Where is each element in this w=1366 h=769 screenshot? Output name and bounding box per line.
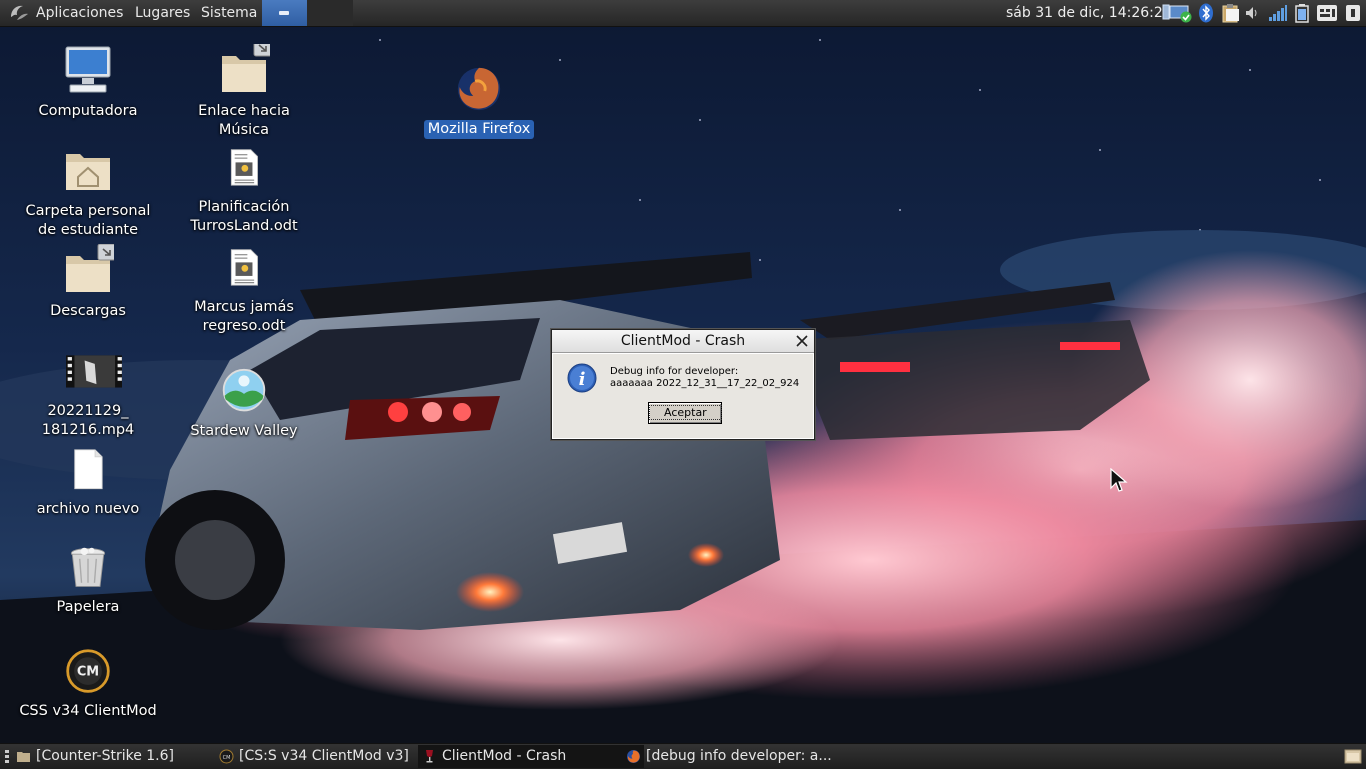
taskbar-item-label: [Counter-Strike 1.6]	[36, 748, 174, 764]
panel-window-button[interactable]	[262, 0, 307, 26]
top-panel: Aplicaciones Lugares Sistema sáb 31 de d…	[0, 0, 1366, 27]
blank-file-icon	[74, 449, 103, 490]
clipboard-icon[interactable]	[1220, 3, 1242, 23]
desktop-icon-label: Descargas	[50, 303, 126, 319]
firefox-icon	[457, 67, 501, 111]
clientmod-small-icon: CM	[219, 749, 234, 764]
desktop-icon-label: Papelera	[56, 599, 120, 615]
desktop-icon-label: archivo nuevo	[36, 501, 140, 517]
computer-icon	[65, 46, 111, 93]
power-icon[interactable]	[1344, 3, 1362, 23]
dialog-message-line1: Debug info for developer:	[610, 366, 739, 377]
trash-icon	[70, 547, 106, 587]
menu-aplicaciones[interactable]: Aplicaciones	[36, 0, 123, 26]
svg-text:CM: CM	[223, 755, 231, 761]
desktop-icon-computadora[interactable]: Computadora	[13, 44, 163, 121]
info-icon: i	[567, 363, 597, 393]
dialog-message-line2: aaaaaaa 2022_12_31__17_22_02_924	[610, 378, 800, 389]
desktop-icon-label: 20221129_ 181216.mp4	[41, 403, 135, 438]
desktop-icon-label: Enlace hacia Música	[198, 103, 290, 138]
folder-link-icon	[66, 243, 117, 292]
desktop-icon-enlace-musica[interactable]: Enlace hacia Música	[169, 39, 319, 140]
show-desktop-icon[interactable]	[1344, 747, 1362, 765]
document-icon	[230, 149, 258, 186]
clientmod-logo-icon: CM	[66, 649, 110, 693]
dialog-title: ClientMod - Crash	[620, 333, 746, 349]
aceptar-button[interactable]: Aceptar	[648, 402, 722, 424]
panel-clock[interactable]: sáb 31 de dic, 14:26:23	[1006, 0, 1172, 26]
desktop-icon-firefox[interactable]: Mozilla Firefox	[404, 64, 554, 139]
aceptar-button-label: Aceptar	[649, 405, 722, 420]
keyboard-icon[interactable]	[1316, 3, 1338, 23]
firefox-small-icon	[627, 750, 640, 763]
stardew-valley-icon	[222, 368, 266, 412]
panel-handle-icon[interactable]	[5, 750, 9, 764]
distro-logo-icon[interactable]	[8, 3, 30, 23]
desktop-icon-label: Computadora	[38, 103, 138, 119]
video-file-icon	[66, 355, 124, 388]
desktop-icon-archivo-nuevo[interactable]: archivo nuevo	[13, 448, 163, 519]
minimize-icon	[279, 11, 289, 15]
network-icon[interactable]	[1162, 3, 1194, 23]
taskbar-item-counter-strike[interactable]: [Counter-Strike 1.6]	[12, 745, 236, 768]
desktop-icon-stardew-valley[interactable]: Stardew Valley	[169, 368, 319, 441]
wine-icon	[426, 750, 433, 763]
taskbar-item-label: [debug info developer: a...	[646, 748, 832, 764]
taskbar-item-firefox[interactable]: [debug info developer: a...	[622, 745, 856, 768]
desktop-icon-descargas[interactable]: Descargas	[13, 243, 163, 321]
desktop-icon-label: Planificación TurrosLand.odt	[190, 199, 298, 234]
desktop-icon-papelera[interactable]: Papelera	[13, 544, 163, 617]
signal-icon[interactable]	[1268, 3, 1288, 23]
taskbar-item-css-clientmod[interactable]: CM [CS:S v34 ClientMod v3]	[215, 745, 439, 768]
folder-link-icon	[222, 39, 273, 92]
dialog-message: Debug info for developer: aaaaaaa 2022_1…	[610, 366, 799, 390]
battery-icon[interactable]	[1294, 3, 1310, 23]
desktop-icon-carpeta-personal[interactable]: Carpeta personal de estudiante	[13, 144, 163, 240]
home-folder-icon	[66, 154, 110, 190]
crash-dialog: ClientMod - Crash i Debug info for devel…	[551, 329, 815, 440]
desktop-icon-css-clientmod[interactable]: CM CSS v34 ClientMod	[13, 648, 163, 721]
mouse-cursor-icon	[1110, 468, 1128, 492]
bottom-panel: [Counter-Strike 1.6] CM [CS:S v34 Client…	[0, 743, 1366, 769]
dialog-body: i Debug info for developer: aaaaaaa 2022…	[552, 353, 814, 439]
desktop-icon-video[interactable]: 20221129_ 181216.mp4	[13, 352, 163, 440]
desktop-icon-label: CSS v34 ClientMod	[19, 703, 157, 719]
taskbar-item-label: ClientMod - Crash	[442, 748, 567, 764]
dialog-titlebar[interactable]: ClientMod - Crash	[552, 330, 814, 353]
desktop-icon-planificacion[interactable]: Planificación TurrosLand.odt	[169, 148, 319, 236]
bluetooth-icon[interactable]	[1198, 3, 1214, 23]
svg-text:i: i	[579, 369, 586, 390]
menu-sistema[interactable]: Sistema	[201, 0, 257, 26]
folder-icon	[17, 752, 30, 762]
taskbar-item-label: [CS:S v34 ClientMod v3]	[239, 748, 409, 764]
svg-text:CM: CM	[77, 665, 99, 680]
desktop-icon-marcus[interactable]: Marcus jamás regreso.odt	[169, 248, 319, 336]
desktop-icon-label: Carpeta personal de estudiante	[25, 203, 151, 238]
desktop-icon-label: Marcus jamás regreso.odt	[194, 299, 294, 334]
menu-lugares[interactable]: Lugares	[135, 0, 190, 26]
panel-empty-area	[307, 0, 353, 26]
desktop-icon-label: Stardew Valley	[190, 423, 298, 439]
close-icon[interactable]	[794, 333, 810, 349]
document-icon	[230, 249, 258, 286]
desktop-icon-label: Mozilla Firefox	[423, 120, 535, 139]
taskbar-item-clientmod-crash[interactable]: ClientMod - Crash	[418, 745, 644, 768]
volume-icon[interactable]	[1245, 3, 1259, 23]
